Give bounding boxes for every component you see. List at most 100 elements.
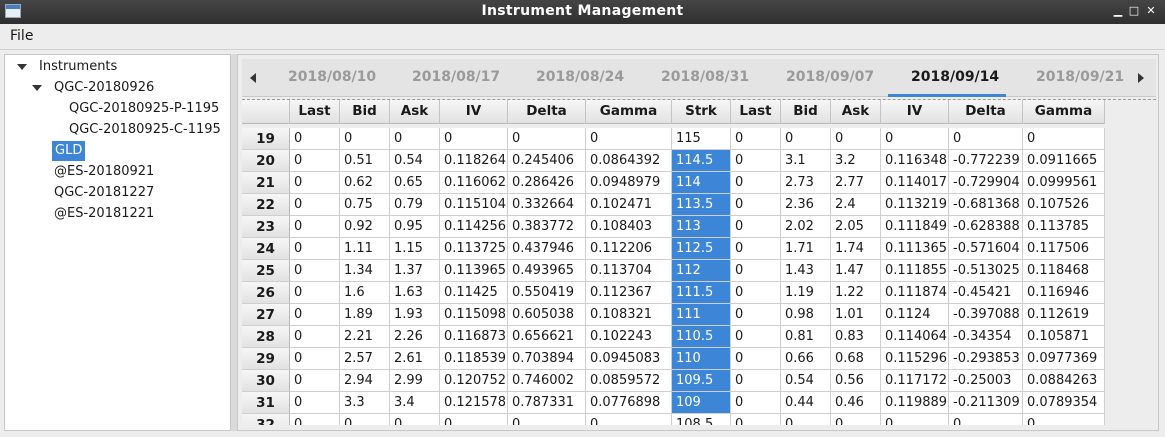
table-cell[interactable]: 1.22 (831, 282, 881, 304)
table-cell[interactable]: 0 (1023, 414, 1105, 425)
table-cell[interactable]: 3.1 (781, 150, 831, 172)
tab-scroll-right-icon[interactable] (1138, 73, 1144, 83)
table-cell[interactable]: 2.36 (781, 194, 831, 216)
table-cell[interactable]: -0.571604 (949, 238, 1023, 260)
table-cell[interactable]: 0.119889 (881, 392, 949, 414)
row-header[interactable]: 29 (242, 348, 290, 370)
table-cell[interactable]: 0.115098 (440, 304, 508, 326)
table-cell[interactable]: 1.19 (781, 282, 831, 304)
column-header[interactable]: Last (290, 100, 340, 124)
row-header[interactable]: 27 (242, 304, 290, 326)
table-cell[interactable]: 0.113704 (586, 260, 672, 282)
column-header[interactable]: Bid (781, 100, 831, 124)
table-cell[interactable]: 0.605038 (508, 304, 586, 326)
table-cell[interactable]: 0.332664 (508, 194, 586, 216)
table-cell[interactable]: 2.99 (390, 370, 440, 392)
column-header[interactable]: Last (731, 100, 781, 124)
strike-cell[interactable]: 109.5 (672, 370, 731, 392)
table-cell[interactable]: 1.6 (340, 282, 390, 304)
table-cell[interactable]: -0.772239 (949, 150, 1023, 172)
table-cell[interactable]: 0 (731, 282, 781, 304)
column-header[interactable]: IV (881, 100, 949, 124)
table-cell[interactable]: 0.0999561 (1023, 172, 1105, 194)
table-cell[interactable]: 2.21 (340, 326, 390, 348)
table-cell[interactable]: 0 (731, 414, 781, 425)
strike-cell[interactable]: 113.5 (672, 194, 731, 216)
table-cell[interactable]: 0.0776898 (586, 392, 672, 414)
table-cell[interactable]: 0.79 (390, 194, 440, 216)
table-cell[interactable]: 0 (290, 260, 340, 282)
expand-arrow-icon[interactable] (32, 85, 42, 91)
row-header[interactable]: 22 (242, 194, 290, 216)
table-cell[interactable]: 0.550419 (508, 282, 586, 304)
table-cell[interactable]: -0.211309 (949, 392, 1023, 414)
strike-cell[interactable]: 111 (672, 304, 731, 326)
row-header[interactable]: 20 (242, 150, 290, 172)
table-cell[interactable]: 0.114017 (881, 172, 949, 194)
table-cell[interactable]: 1.89 (340, 304, 390, 326)
table-cell[interactable]: 0.117172 (881, 370, 949, 392)
strike-cell[interactable]: 112 (672, 260, 731, 282)
table-cell[interactable]: 0 (290, 216, 340, 238)
row-header[interactable]: 25 (242, 260, 290, 282)
table-cell[interactable]: 0.112619 (1023, 304, 1105, 326)
table-cell[interactable]: 0.81 (781, 326, 831, 348)
table-cell[interactable]: 0 (508, 128, 586, 150)
table-cell[interactable]: -0.729904 (949, 172, 1023, 194)
column-header[interactable]: Delta (508, 100, 586, 124)
table-cell[interactable]: 0.115104 (440, 194, 508, 216)
row-header[interactable]: 24 (242, 238, 290, 260)
minimize-icon[interactable]: ▁ (1110, 3, 1126, 19)
table-cell[interactable]: 0.108403 (586, 216, 672, 238)
row-header[interactable]: 28 (242, 326, 290, 348)
table-cell[interactable]: 0.0884263 (1023, 370, 1105, 392)
table-cell[interactable]: 0 (731, 128, 781, 150)
table-cell[interactable]: 0 (390, 128, 440, 150)
table-cell[interactable]: 0.114256 (440, 216, 508, 238)
tab-scroll-left-icon[interactable] (250, 73, 256, 83)
table-cell[interactable]: 0 (731, 194, 781, 216)
table-cell[interactable]: 0.116062 (440, 172, 508, 194)
table-cell[interactable]: 0.44 (781, 392, 831, 414)
table-cell[interactable]: 2.77 (831, 172, 881, 194)
table-cell[interactable]: 0.111365 (881, 238, 949, 260)
table-cell[interactable]: 0.115296 (881, 348, 949, 370)
table-cell[interactable]: 1.34 (340, 260, 390, 282)
table-cell[interactable]: 0.0859572 (586, 370, 672, 392)
tab-expiry[interactable]: 2018/08/17 (412, 69, 500, 85)
expand-arrow-icon[interactable] (17, 64, 27, 70)
table-cell[interactable]: 0.0948979 (586, 172, 672, 194)
table-cell[interactable]: -0.397088 (949, 304, 1023, 326)
table-cell[interactable]: 0.46 (831, 392, 881, 414)
row-header[interactable]: 31 (242, 392, 290, 414)
table-cell[interactable]: 1.43 (781, 260, 831, 282)
row-header[interactable]: 19 (242, 128, 290, 150)
table-cell[interactable]: 0.656621 (508, 326, 586, 348)
table-cell[interactable]: -0.293853 (949, 348, 1023, 370)
table-cell[interactable]: 0.0864392 (586, 150, 672, 172)
table-cell[interactable]: 0 (949, 128, 1023, 150)
table-cell[interactable]: 0.105871 (1023, 326, 1105, 348)
table-cell[interactable]: 0 (881, 414, 949, 425)
table-cell[interactable]: 0 (731, 348, 781, 370)
table-cell[interactable]: 0.116946 (1023, 282, 1105, 304)
table-cell[interactable]: 1.37 (390, 260, 440, 282)
tree-root-instruments[interactable]: Instruments (39, 57, 117, 77)
instrument-tree[interactable]: Instruments QGC-20180926 QGC-20180925-P-… (4, 54, 231, 431)
column-header[interactable]: Gamma (1023, 100, 1105, 124)
table-cell[interactable]: 0.54 (781, 370, 831, 392)
table-cell[interactable]: 0.245406 (508, 150, 586, 172)
table-cell[interactable]: 0.68 (831, 348, 881, 370)
strike-cell[interactable]: 110 (672, 348, 731, 370)
table-cell[interactable]: 0.65 (390, 172, 440, 194)
tree-child-item[interactable]: QGC-20180925-P-1195 (69, 99, 219, 119)
strike-cell[interactable]: 112.5 (672, 238, 731, 260)
table-cell[interactable]: 0.111874 (881, 282, 949, 304)
tab-expiry[interactable]: 2018/08/10 (288, 69, 376, 85)
table-cell[interactable]: 0 (340, 128, 390, 150)
table-cell[interactable]: 0 (831, 128, 881, 150)
table-cell[interactable]: 0.113965 (440, 260, 508, 282)
table-cell[interactable]: 0 (731, 392, 781, 414)
strike-cell[interactable]: 115 (672, 128, 731, 150)
table-cell[interactable]: 0 (440, 414, 508, 425)
